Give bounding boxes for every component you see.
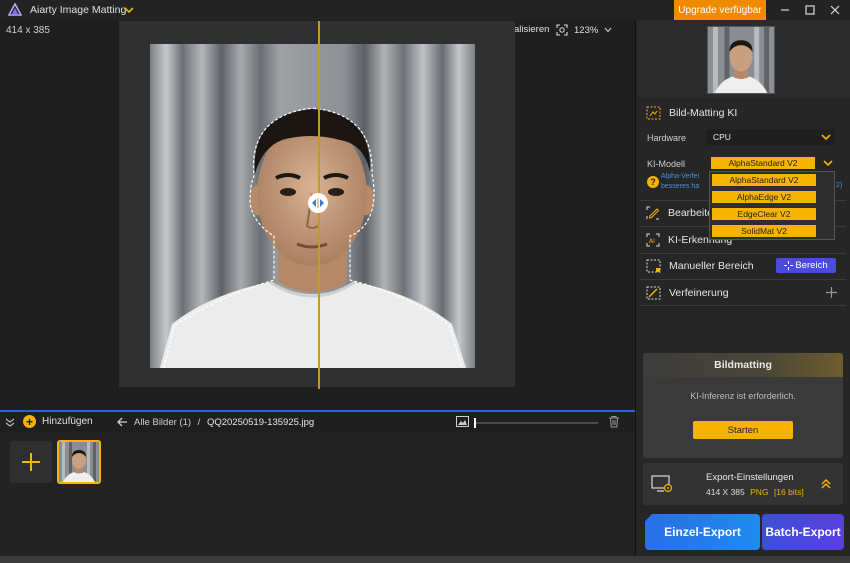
matting-ai-section: Bild-Matting KI (646, 106, 850, 120)
model-select[interactable]: AlphaStandard V2 (711, 157, 815, 169)
help-text-line1: Alpha-Verfei (661, 173, 700, 180)
expand-plus-icon[interactable] (826, 287, 837, 298)
section-verfeinerung[interactable]: Verfeinerung (646, 286, 850, 300)
thumbnail-size-slider[interactable] (474, 418, 598, 428)
close-button[interactable] (822, 0, 848, 20)
split-arrows-icon (312, 198, 324, 208)
collapse-icon[interactable] (5, 417, 15, 427)
status-bar (0, 556, 850, 563)
breadcrumb-separator: / (197, 417, 201, 428)
minimize-button[interactable] (772, 0, 798, 20)
breadcrumb-root[interactable]: Alle Bilder (1) (134, 417, 191, 428)
export-bits: [16 bits] (773, 487, 804, 497)
app-title: Aiarty Image Matting (30, 4, 127, 16)
upgrade-button[interactable]: Upgrade verfügbar (674, 0, 766, 20)
divider (640, 279, 846, 280)
image-size-icon (456, 416, 469, 427)
divider (640, 253, 846, 254)
refine-icon (646, 286, 661, 300)
model-option[interactable]: EdgeClear V2 (712, 208, 816, 220)
zoom-fit-icon (556, 24, 568, 36)
bildmatting-message: KI-Inferenz ist erforderlich. (690, 391, 796, 401)
add-images-button[interactable]: + Hinzufügen (23, 415, 93, 428)
help-icon[interactable]: ? (647, 176, 659, 188)
plus-icon: + (23, 415, 36, 428)
maximize-icon (805, 5, 815, 15)
help-text[interactable]: Alpha-Verfei besseres ha (661, 172, 709, 192)
chevron-down-icon (821, 134, 831, 141)
export-dims: 414 X 385 (706, 487, 745, 497)
slider-knob[interactable] (474, 418, 476, 428)
crosshair-icon (784, 261, 794, 270)
hardware-label: Hardware (647, 133, 687, 143)
ai-matting-icon (646, 106, 661, 120)
image-list-header: + Hinzufügen Alle Bilder (1) / QQ2025051… (0, 410, 635, 432)
chevron-down-icon[interactable] (823, 159, 833, 167)
maximize-button[interactable] (797, 0, 823, 20)
hardware-select[interactable]: CPU (706, 129, 835, 145)
model-option[interactable]: AlphaEdge V2 (712, 191, 816, 203)
add-label: Hinzufügen (42, 416, 93, 427)
add-image-tile[interactable] (10, 441, 52, 483)
hardware-value: CPU (713, 132, 731, 142)
bereich-button[interactable]: Bereich (776, 258, 836, 273)
help-text-tail: 2) (836, 182, 843, 189)
svg-text:AI: AI (649, 238, 655, 245)
section-verfeinerung-label: Verfeinerung (669, 287, 729, 299)
export-settings[interactable]: Export-Einstellungen 414 X 385 PNG [16 b… (643, 463, 843, 505)
zoom-control[interactable]: 123% (556, 24, 612, 36)
bildmatting-card: Bildmatting KI-Inferenz ist erforderlich… (643, 353, 843, 458)
zoom-level: 123% (574, 24, 599, 36)
model-label: KI-Modell (647, 159, 686, 169)
model-option[interactable]: AlphaStandard V2 (712, 174, 816, 186)
title-bar: Aiarty Image Matting Upgrade verfügbar (0, 0, 850, 20)
close-icon (830, 5, 840, 15)
edit-icon (646, 206, 660, 220)
plus-icon (22, 453, 40, 471)
chevron-down-icon[interactable] (124, 6, 134, 14)
image-dimensions: 414 x 385 (6, 25, 50, 36)
model-option[interactable]: SolidMat V2 (712, 225, 816, 237)
back-arrow-icon[interactable] (117, 417, 128, 427)
app-logo-icon (8, 3, 22, 16)
image-thumbnail[interactable] (57, 440, 101, 484)
model-dropdown: AlphaStandard V2 AlphaEdge V2 EdgeClear … (709, 171, 835, 240)
bereich-label: Bereich (795, 260, 828, 271)
minimize-icon (781, 9, 789, 11)
ai-detect-icon: AI (646, 233, 660, 247)
export-title: Export-Einstellungen (706, 472, 794, 483)
export-meta: 414 X 385 PNG [16 bits] (706, 487, 804, 497)
manual-area-icon (646, 259, 661, 273)
breadcrumb-file: QQ20250519-135925.jpg (206, 417, 315, 428)
thumbnail-area (0, 432, 635, 556)
compare-slider-handle[interactable] (308, 193, 328, 213)
export-settings-icon (651, 475, 673, 493)
start-button[interactable]: Starten (693, 421, 793, 439)
single-export-button[interactable]: Einzel-Export (645, 514, 760, 550)
matting-ai-title: Bild-Matting KI (669, 107, 738, 119)
help-text-line2: besseres ha (661, 183, 700, 190)
section-manueller-label: Manueller Bereich (669, 260, 754, 272)
batch-export-button[interactable]: Batch-Export (762, 514, 844, 550)
trash-icon[interactable] (608, 415, 620, 428)
bildmatting-title: Bildmatting (643, 353, 843, 377)
result-thumbnail[interactable] (707, 26, 775, 94)
divider (640, 305, 846, 306)
chevron-down-icon (604, 27, 612, 33)
chevron-up-double-icon[interactable] (820, 478, 832, 490)
export-format: PNG (750, 487, 769, 497)
result-preview (637, 20, 850, 98)
breadcrumb: Alle Bilder (1) / QQ20250519-135925.jpg (134, 417, 314, 428)
